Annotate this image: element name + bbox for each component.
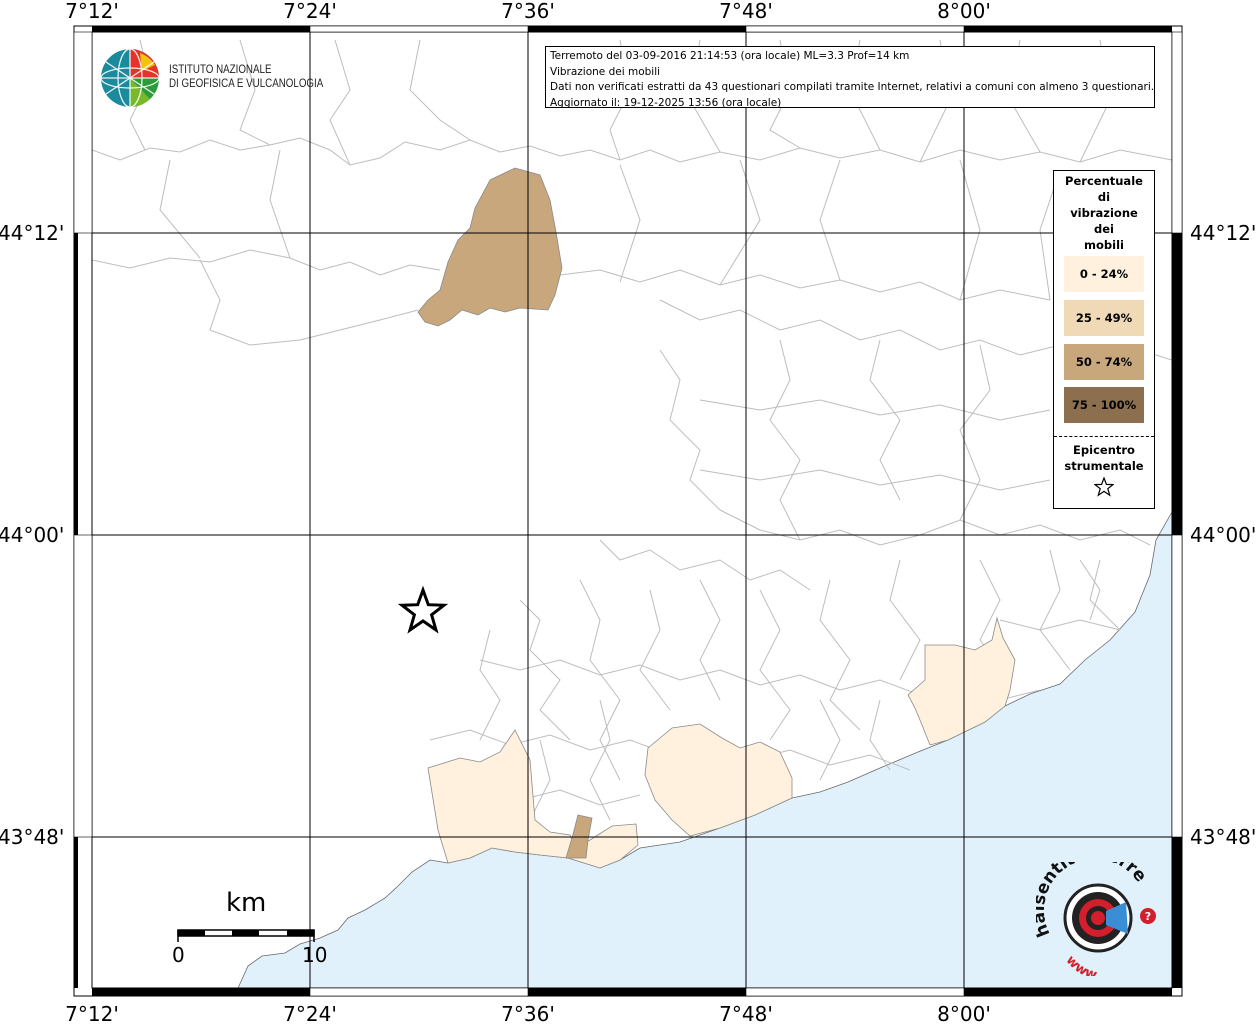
lat-tick-right-3: 43°48' (1190, 825, 1256, 849)
lon-tick-bottom-3: 7°36' (501, 1002, 555, 1026)
update-timestamp: Aggiornato il: 19-12-2025 13:56 (ora loc… (550, 96, 782, 109)
lon-tick-top-4: 7°48' (719, 0, 773, 23)
svg-text:?: ? (1145, 910, 1151, 923)
lon-tick-bottom-2: 7°24' (283, 1002, 337, 1026)
lat-tick-right-1: 44°12' (1190, 221, 1256, 245)
hai-sentito-il-terremoto-logo: ? haisentitoilterremoto.it www. (1036, 862, 1156, 976)
lon-tick-bottom-4: 7°48' (719, 1002, 773, 1026)
legend-swatch-25-49: 25 - 49% (1064, 300, 1144, 336)
ingv-name: ISTITUTO NAZIONALE DI GEOFISICA E VULCAN… (169, 64, 324, 90)
legend-title: Percentuale di vibrazione dei mobili (1065, 174, 1143, 252)
lon-tick-top-2: 7°24' (283, 0, 337, 23)
data-note: Dati non verificati estratti da 43 quest… (550, 81, 1155, 93)
lat-tick-left-3: 43°48' (0, 825, 65, 849)
event-info-box: Terremoto del 03-09-2016 21:14:53 (ora l… (545, 46, 1155, 109)
legend-swatch-0-24: 0 - 24% (1064, 256, 1144, 292)
legend-epicenter-label: Epicentro strumentale (1064, 443, 1144, 473)
lat-tick-left-1: 44°12' (0, 221, 65, 245)
lat-tick-right-2: 44°00' (1190, 523, 1256, 547)
scale-end-label: 10 (302, 943, 328, 967)
event-title: Terremoto del 03-09-2016 21:14:53 (ora l… (550, 50, 910, 62)
legend-separator (1054, 436, 1154, 437)
scale-unit-label: km (226, 888, 267, 918)
parameter-name: Vibrazione dei mobili (550, 65, 661, 78)
lon-tick-bottom-5: 8°00' (937, 1002, 991, 1026)
legend-swatch-75-100: 75 - 100% (1064, 387, 1144, 423)
hst-logo-prefix: www. (1063, 953, 1101, 976)
lon-tick-top-3: 7°36' (501, 0, 555, 23)
lat-tick-left-2: 44°00' (0, 523, 65, 547)
scale-start-label: 0 (172, 943, 185, 967)
lon-tick-top-1: 7°12' (65, 0, 119, 23)
legend: Percentuale di vibrazione dei mobili 0 -… (1053, 170, 1155, 509)
lon-tick-bottom-1: 7°12' (65, 1002, 119, 1026)
lon-tick-top-5: 8°00' (937, 0, 991, 23)
legend-swatch-50-74: 50 - 74% (1064, 344, 1144, 380)
legend-star-icon (1054, 476, 1154, 501)
svg-text:www.: www. (1063, 953, 1101, 976)
